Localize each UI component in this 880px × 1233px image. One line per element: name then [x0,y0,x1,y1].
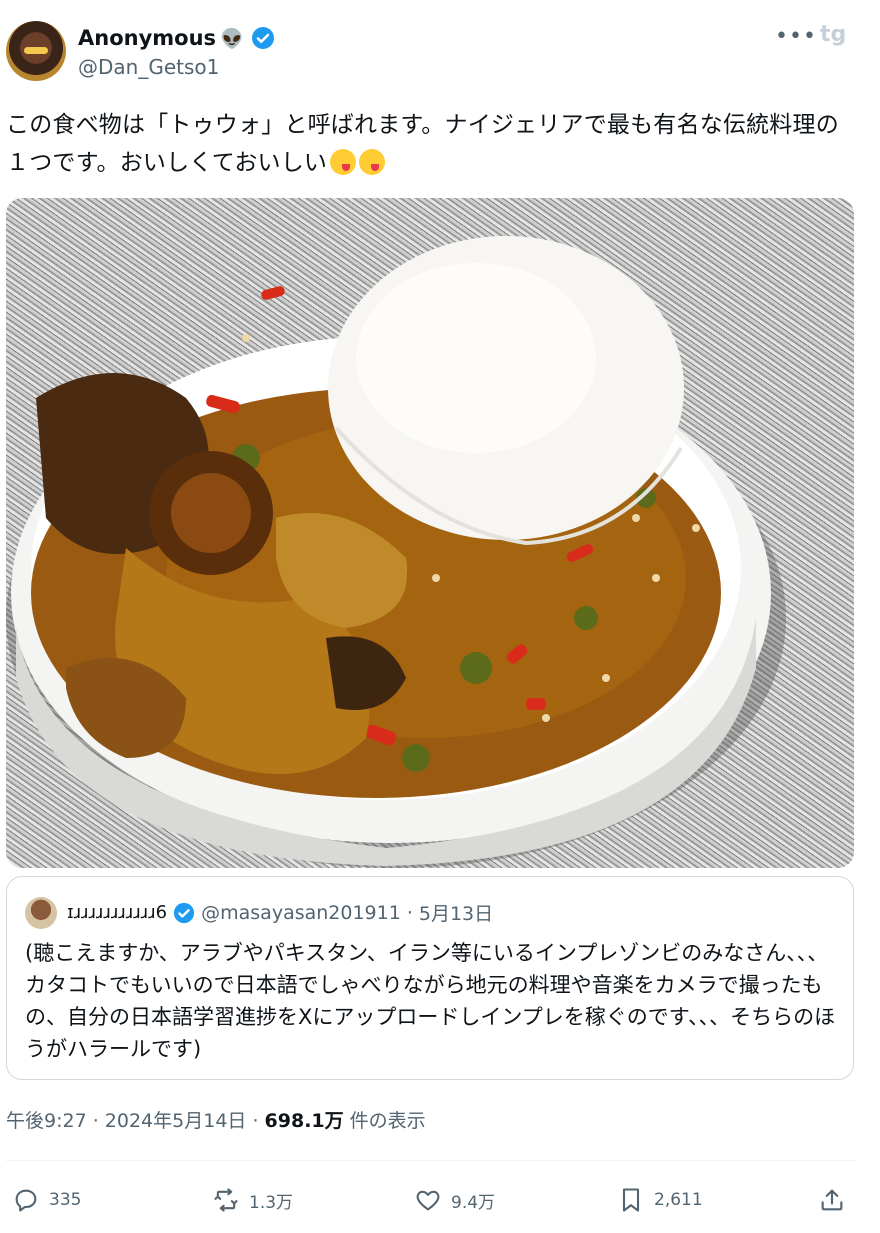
quote-author-handle[interactable]: @masayasan201911 [201,902,401,924]
tweet-meta: 午後9:27 · 2024年5月14日 · 698.1万 件の表示 [6,1106,426,1133]
quote-date[interactable]: 5月13日 [419,899,493,926]
divider [6,1160,856,1161]
quote-author-avatar[interactable] [25,897,57,929]
bookmark-button[interactable]: 2,611 [617,1180,703,1220]
quote-header: ɪɹɹɹɹɹɹɹɹɹɹɹ6 @masayasan201911 · 5月13日 [67,899,493,926]
repost-button[interactable]: 1.3万 [212,1180,293,1220]
yum-emoji-icon [359,149,386,175]
alien-emoji: 👽 [220,27,244,50]
watermark-logo: tg [820,22,847,47]
reply-count: 335 [49,1190,82,1210]
repost-icon [214,1188,238,1212]
views-label: 件の表示 [343,1110,426,1132]
repost-count: 1.3万 [249,1192,294,1213]
quote-author-name[interactable]: ɪɹɹɹɹɹɹɹɹɹɹɹ6 [67,902,167,923]
quote-text: (聴こえますか、アラブやパキスタン、イラン等にいるインプレゾンビのみなさん、、、… [25,941,836,1061]
action-bar: 335 1.3万 9.4万 2,611 [0,1180,880,1220]
reply-icon [15,1189,37,1212]
tweet-timestamp[interactable]: 午後9:27 · 2024年5月14日 · [6,1110,265,1132]
verified-badge-icon [174,902,195,923]
like-button[interactable]: 9.4万 [414,1180,495,1220]
author-avatar[interactable] [6,21,66,81]
yum-emoji-icon [330,149,357,175]
quoted-tweet[interactable]: ɪɹɹɹɹɹɹɹɹɹɹɹ6 @masayasan201911 · 5月13日 (… [6,876,854,1080]
food-illustration [6,236,786,868]
view-count: 698.1万 [264,1110,344,1132]
author-name-row[interactable]: Anonymous 👽 [78,23,275,53]
bookmark-count: 2,611 [654,1190,703,1210]
verified-badge-icon [251,27,274,49]
more-options-icon[interactable]: ••• [775,24,817,49]
share-icon [821,1189,843,1211]
author-name[interactable]: Anonymous [78,26,216,50]
heart-icon [416,1190,440,1211]
author-handle[interactable]: @Dan_Getso1 [78,55,219,79]
tweet-text: この食べ物は「トゥウォ」と呼ばれます。ナイジェリアで最も有名な伝統料理の１つです… [6,106,856,182]
tweet-body: この食べ物は「トゥウォ」と呼ばれます。ナイジェリアで最も有名な伝統料理の１つです… [6,112,839,176]
like-count: 9.4万 [451,1192,496,1213]
reply-button[interactable]: 335 [12,1180,81,1220]
share-button[interactable] [818,1180,846,1220]
tweet-photo[interactable] [6,198,854,868]
quote-separator: · [406,901,413,924]
bookmark-icon [622,1188,640,1212]
